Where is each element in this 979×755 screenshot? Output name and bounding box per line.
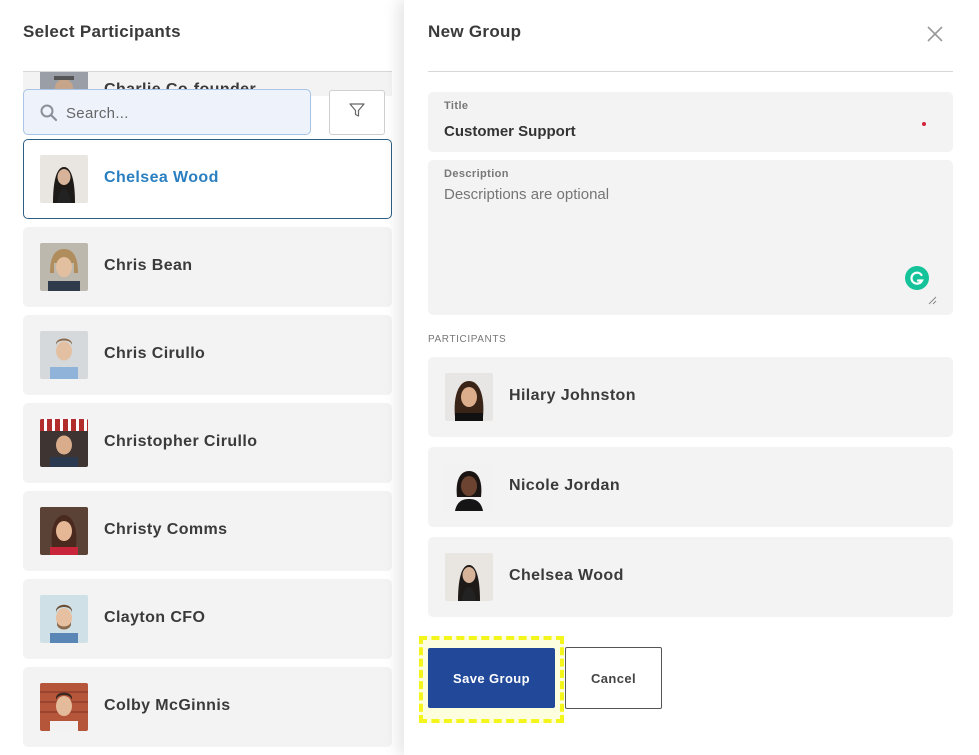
search-box[interactable] (23, 89, 311, 135)
search-icon (40, 104, 58, 122)
description-field[interactable]: Description (428, 160, 953, 315)
divider (428, 71, 953, 72)
avatar (445, 463, 493, 511)
participant-item[interactable]: Christy Comms (23, 491, 392, 571)
selected-participant-item[interactable]: Chelsea Wood (428, 537, 953, 617)
participants-section-label: PARTICIPANTS (428, 334, 507, 345)
participant-item[interactable]: Chelsea Wood (23, 139, 392, 219)
required-indicator (922, 122, 926, 126)
avatar (40, 331, 88, 379)
title-label: Title (444, 100, 469, 112)
participant-name: Chelsea Wood (509, 567, 624, 584)
grammarly-icon[interactable] (905, 266, 929, 290)
title-input[interactable] (444, 120, 904, 142)
avatar (445, 553, 493, 601)
participant-name: Chris Bean (104, 257, 193, 274)
avatar (40, 419, 88, 467)
selected-participant-list: Hilary Johnston Nicole Jordan Chelsea Wo… (428, 357, 953, 627)
participant-name: Hilary Johnston (509, 387, 636, 404)
participant-name: Christy Comms (104, 521, 228, 538)
participant-name: Chris Cirullo (104, 345, 206, 362)
participant-name: Chelsea Wood (104, 169, 219, 186)
participant-list: Chelsea Wood Chris Bean Chris Cirullo Ch… (23, 139, 392, 755)
selected-participant-item[interactable]: Nicole Jordan (428, 447, 953, 527)
cancel-button[interactable]: Cancel (565, 647, 662, 709)
title-field[interactable]: Title (428, 92, 953, 152)
participant-item[interactable]: Christopher Cirullo (23, 403, 392, 483)
avatar (445, 373, 493, 421)
close-icon (924, 26, 946, 49)
avatar (40, 155, 88, 203)
participant-name: Clayton CFO (104, 609, 206, 626)
participant-item[interactable]: Chris Bean (23, 227, 392, 307)
filter-button[interactable] (329, 90, 385, 135)
avatar (40, 683, 88, 731)
description-label: Description (444, 168, 509, 180)
avatar (40, 595, 88, 643)
participant-name: Nicole Jordan (509, 477, 621, 494)
participants-panel: Select Participants Charlie Co-founder C… (0, 0, 404, 755)
filter-icon (349, 102, 365, 123)
panel-title: New Group (428, 22, 522, 41)
participant-name: Colby McGinnis (104, 697, 231, 714)
resize-handle[interactable] (928, 292, 937, 305)
participant-item[interactable]: Chris Cirullo (23, 315, 392, 395)
new-group-panel: New Group Title Description PARTICIPANTS… (404, 0, 979, 755)
search-input[interactable] (66, 98, 296, 128)
avatar (40, 243, 88, 291)
participant-item[interactable]: Colby McGinnis (23, 667, 392, 747)
selected-participant-item[interactable]: Hilary Johnston (428, 357, 953, 437)
save-group-button[interactable]: Save Group (428, 648, 555, 708)
participant-name: Christopher Cirullo (104, 433, 258, 450)
description-input[interactable] (444, 186, 934, 296)
participant-item[interactable]: Clayton CFO (23, 579, 392, 659)
panel-title: Select Participants (23, 22, 181, 41)
close-button[interactable] (924, 23, 946, 45)
avatar (40, 507, 88, 555)
